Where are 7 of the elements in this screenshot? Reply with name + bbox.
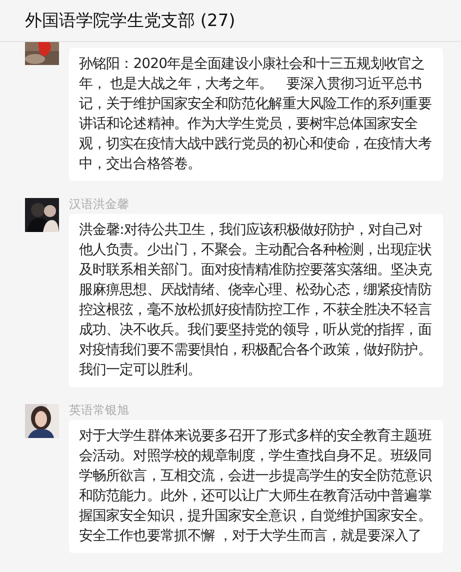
sender-name: 汉语洪金馨 (69, 198, 130, 211)
message-text: 孙铭阳：2020年是全面建设小康社会和十三五规划收官之年， 也是大战之年，大考之年。 要深入贯彻习近平总书记，关于维护国家安全和防范化解重大风险工作的系列重要讲话和论述精神。作为大学生党员，要树牢总体国家安全观，切实在疫情大战中践行党员的初心和使命，在疫情大考中，交出合格答卷。 (79, 55, 432, 174)
message-text: 对于大学生群体来说要多召开了形式多样的安全教育主题班会活动。对照学校的规章制度，学生查找自身不足。班级同学畅所欲言，互相交流，会进一步提高学生的安全防范意识和防范能力。此外，还可以让广大师生在教育活动中普遍掌握国家安全知识，提升国家安全意识，自觉维护国家安全。 (79, 427, 433, 526)
message-text: 洪金馨:对待公共卫生，我们应该积极做好防护，对自己对他人负责。少出门，不聚会。主动配合各种检测，出现症状及时联系相关部门。面对疫情精准防控要落实落细。坚决克服麻痹思想、厌战情绪、侥幸心理、松劲心态，绷紧疫情防控这根弦，毫不放松抓好疫情防控工作，不获全胜决不轻言成功、决不收兵。我们要坚持党的领导，听从党的指挥，面对疫情我们要不需要惧怕，积极配合各个政策，做好防护。我们一定可以胜利。 (79, 221, 433, 380)
sender-name: 英语常银旭 (69, 404, 130, 417)
message-text: 安全工作也要常抓不懈 ，对于大学生而言，就是要深入了 (79, 527, 423, 546)
chat-title: 外国语学院学生党支部 (27) (25, 10, 236, 32)
